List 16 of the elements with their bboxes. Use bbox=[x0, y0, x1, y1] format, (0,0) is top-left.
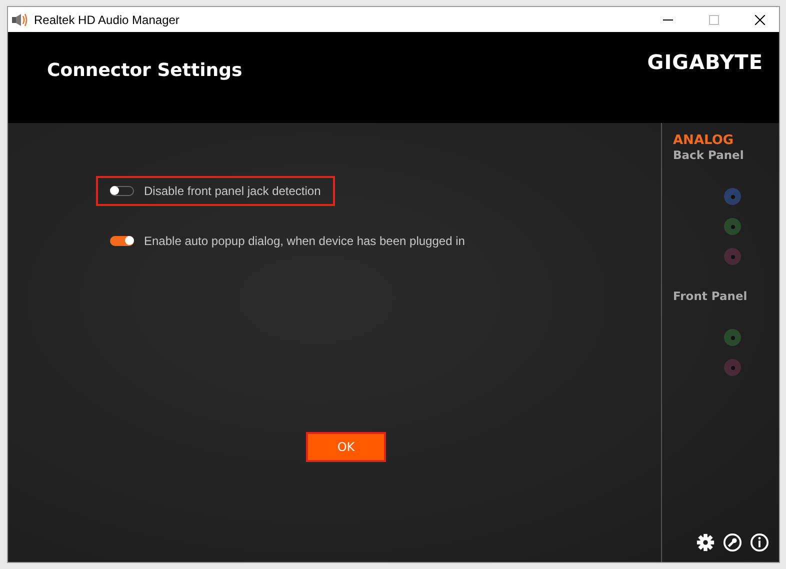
toggle-switch[interactable] bbox=[110, 186, 134, 196]
window-title: Realtek HD Audio Manager bbox=[34, 12, 180, 26]
wrench-icon[interactable] bbox=[723, 533, 742, 552]
ok-button[interactable]: OK bbox=[306, 432, 386, 462]
section-heading: ANALOG bbox=[673, 133, 735, 148]
page-title: Connector Settings bbox=[47, 60, 242, 81]
toggle-switch[interactable] bbox=[110, 236, 134, 246]
speaker-icon bbox=[12, 12, 28, 26]
brand-logo: GIGABYTE bbox=[647, 50, 763, 74]
info-icon[interactable] bbox=[750, 533, 769, 552]
option-label: Enable auto popup dialog, when device has been plugged in bbox=[144, 234, 465, 248]
close-icon[interactable] bbox=[755, 14, 765, 24]
panel-title: Front Panel bbox=[673, 289, 748, 303]
option-label: Disable front panel jack detection bbox=[144, 184, 321, 198]
panel-title: Back Panel bbox=[673, 148, 745, 162]
settings-icon[interactable] bbox=[696, 533, 715, 552]
